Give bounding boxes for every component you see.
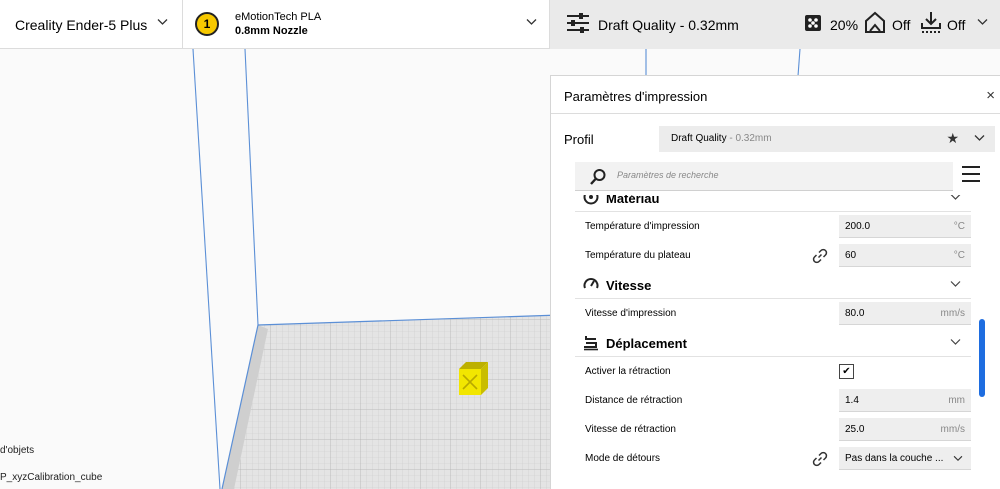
profile-label: Profil xyxy=(564,132,594,147)
category-label: Vitesse xyxy=(606,278,652,293)
printer-selector[interactable]: Creality Ender-5 Plus xyxy=(0,0,183,49)
settings-scrollbar[interactable] xyxy=(979,319,985,397)
setting-label: Vitesse de rétraction xyxy=(585,424,676,435)
printer-name: Creality Ender-5 Plus xyxy=(15,16,148,33)
extruder-material-selector[interactable]: 1 eMotionTech PLA 0.8mm Nozzle xyxy=(183,0,550,49)
setting-value: 60 xyxy=(845,250,857,261)
setting-label: Température du plateau xyxy=(585,250,691,261)
setting-label: Température d'impression xyxy=(585,221,700,232)
chevron-down-icon xyxy=(950,195,961,200)
setting-unit: mm/s xyxy=(940,308,965,319)
adhesion-icon xyxy=(921,12,941,33)
settings-list: Matériau Température d'impression 200.0 °C T… xyxy=(575,195,971,489)
chevron-down-icon xyxy=(950,281,961,287)
category-label: Matériau xyxy=(606,195,660,206)
build-plate xyxy=(221,314,561,489)
profile-name: Draft Quality xyxy=(671,133,727,144)
category-travel[interactable]: Déplacement xyxy=(575,328,971,357)
setting-value-field[interactable]: 60 °C xyxy=(839,244,971,267)
setting-value: 1.4 xyxy=(845,395,859,406)
material-spool-icon xyxy=(583,195,599,205)
settings-search[interactable] xyxy=(575,162,953,191)
setting-label: Vitesse d'impression xyxy=(585,308,677,319)
close-icon[interactable]: × xyxy=(986,87,995,104)
menu-icon[interactable] xyxy=(961,165,981,183)
quality-label: Draft Quality - 0.32mm xyxy=(598,17,739,33)
setting-print-temperature: Température d'impression 200.0 °C xyxy=(575,212,971,241)
panel-title: Paramètres d'impression xyxy=(564,89,708,104)
setting-enable-retraction: Activer la rétraction ✔ xyxy=(575,357,971,386)
link-icon[interactable] xyxy=(812,451,828,467)
setting-combing-mode: Mode de détours Pas dans la couche ... xyxy=(575,444,971,473)
link-icon[interactable] xyxy=(812,248,828,264)
chevron-down-icon xyxy=(974,135,985,141)
print-setup-selector[interactable]: Draft Quality - 0.32mm 20% Off Off xyxy=(550,0,1000,49)
panel-header: Paramètres d'impression × xyxy=(551,76,1000,114)
chevron-down-icon xyxy=(157,19,168,25)
search-input[interactable] xyxy=(617,170,937,180)
setting-bed-temperature: Température du plateau 60 °C xyxy=(575,241,971,270)
setting-unit: mm xyxy=(948,395,965,406)
infill-value: 20% xyxy=(830,17,859,33)
nozzle-size: 0.8mm Nozzle xyxy=(235,25,308,37)
calibration-cube-model xyxy=(459,362,488,395)
setting-value-field[interactable]: 80.0 mm/s xyxy=(839,302,971,325)
setting-value-field[interactable]: 1.4 mm xyxy=(839,389,971,412)
search-icon xyxy=(590,169,606,185)
setting-print-speed: Vitesse d'impression 80.0 mm/s xyxy=(575,299,971,328)
profile-layer-height: - 0.32mm xyxy=(726,133,772,144)
print-settings-panel: Paramètres d'impression × Profil Draft Q… xyxy=(550,75,1000,489)
setting-value: 200.0 xyxy=(845,221,871,232)
category-speed[interactable]: Vitesse xyxy=(575,270,971,299)
setting-unit: °C xyxy=(953,221,965,232)
quality-sliders-icon xyxy=(567,13,589,33)
chevron-down-icon xyxy=(953,455,963,462)
chevron-down-icon xyxy=(526,19,537,25)
support-value: Off xyxy=(892,17,911,33)
setting-value: 80.0 xyxy=(845,308,865,319)
infill-icon xyxy=(805,15,821,31)
object-list-label[interactable]: d'objets xyxy=(0,445,34,456)
retraction-checkbox[interactable]: ✔ xyxy=(839,364,854,379)
check-mark-icon: ✔ xyxy=(842,365,851,377)
support-icon xyxy=(865,11,885,33)
speedometer-icon xyxy=(583,278,599,289)
category-label: Déplacement xyxy=(606,336,687,351)
setting-value: 25.0 xyxy=(845,424,865,435)
extruder-number-badge: 1 xyxy=(195,12,219,36)
adhesion-value: Off xyxy=(947,17,966,33)
category-material[interactable]: Matériau xyxy=(575,195,971,212)
setting-unit: mm/s xyxy=(940,424,965,435)
setting-value: Pas dans la couche ... xyxy=(845,453,944,464)
combing-mode-dropdown[interactable]: Pas dans la couche ... xyxy=(839,447,971,470)
setting-unit: °C xyxy=(953,250,965,261)
chevron-down-icon xyxy=(950,339,961,345)
setting-label: Mode de détours xyxy=(585,453,661,464)
setting-retraction-distance: Distance de rétraction 1.4 mm xyxy=(575,386,971,415)
setting-value-field[interactable]: 200.0 °C xyxy=(839,215,971,238)
setting-label: Distance de rétraction xyxy=(585,395,683,406)
top-toolbar: Creality Ender-5 Plus 1 eMotionTech PLA … xyxy=(0,0,1000,49)
setting-value-field[interactable]: 25.0 mm/s xyxy=(839,418,971,441)
star-icon[interactable]: ★ xyxy=(946,130,959,147)
setting-retraction-speed: Vitesse de rétraction 25.0 mm/s xyxy=(575,415,971,444)
profile-selector[interactable]: Draft Quality - 0.32mm ★ xyxy=(659,126,995,152)
object-name[interactable]: P_xyzCalibration_cube xyxy=(0,472,102,483)
setting-label: Activer la rétraction xyxy=(585,366,671,377)
travel-path-icon xyxy=(584,336,598,351)
material-name: eMotionTech PLA xyxy=(235,11,322,23)
chevron-down-icon xyxy=(977,19,988,25)
